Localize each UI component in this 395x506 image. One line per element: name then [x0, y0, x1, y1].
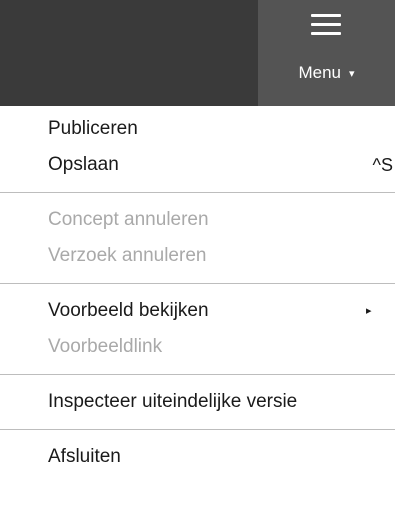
- menu-button[interactable]: Menu ▾: [258, 0, 395, 106]
- menu-item-save[interactable]: Opslaan ^S: [0, 147, 395, 183]
- menu-item-label: Voorbeeld bekijken: [48, 300, 209, 321]
- menu-item-label: Publiceren: [48, 118, 138, 139]
- menu-separator: [0, 429, 395, 430]
- keyboard-shortcut: ^S: [372, 155, 393, 175]
- menu-item-preview-link: Voorbeeldlink: [0, 329, 395, 365]
- menu-item-publish[interactable]: Publiceren: [0, 111, 395, 147]
- menu-item-label: Inspecteer uiteindelijke versie: [48, 391, 298, 412]
- menu-item-label: Concept annuleren: [48, 209, 209, 230]
- menu-item-label: Voorbeeldlink: [48, 336, 163, 357]
- hamburger-icon: [311, 14, 341, 36]
- menu-separator: [0, 192, 395, 193]
- menu-item-cancel-request: Verzoek annuleren: [0, 238, 395, 274]
- top-toolbar: Menu ▾: [0, 0, 395, 106]
- menu-item-preview[interactable]: Voorbeeld bekijken ▸: [0, 293, 395, 329]
- menu-item-inspect-final[interactable]: Inspecteer uiteindelijke versie: [0, 384, 395, 420]
- menu-item-close[interactable]: Afsluiten: [0, 439, 395, 475]
- caret-down-icon: ▾: [349, 68, 355, 80]
- menu-button-label-wrap: Menu ▾: [258, 62, 395, 85]
- menu-separator: [0, 374, 395, 375]
- menu-separator: [0, 283, 395, 284]
- menu-item-label: Afsluiten: [48, 446, 121, 467]
- menu-button-label: Menu: [298, 63, 341, 82]
- menu-item-label: Opslaan: [48, 154, 119, 175]
- submenu-arrow-icon: ▸: [366, 305, 372, 317]
- menu-item-cancel-draft: Concept annuleren: [0, 202, 395, 238]
- dropdown-menu: Publiceren Opslaan ^S Concept annuleren …: [0, 106, 395, 475]
- menu-item-label: Verzoek annuleren: [48, 245, 207, 266]
